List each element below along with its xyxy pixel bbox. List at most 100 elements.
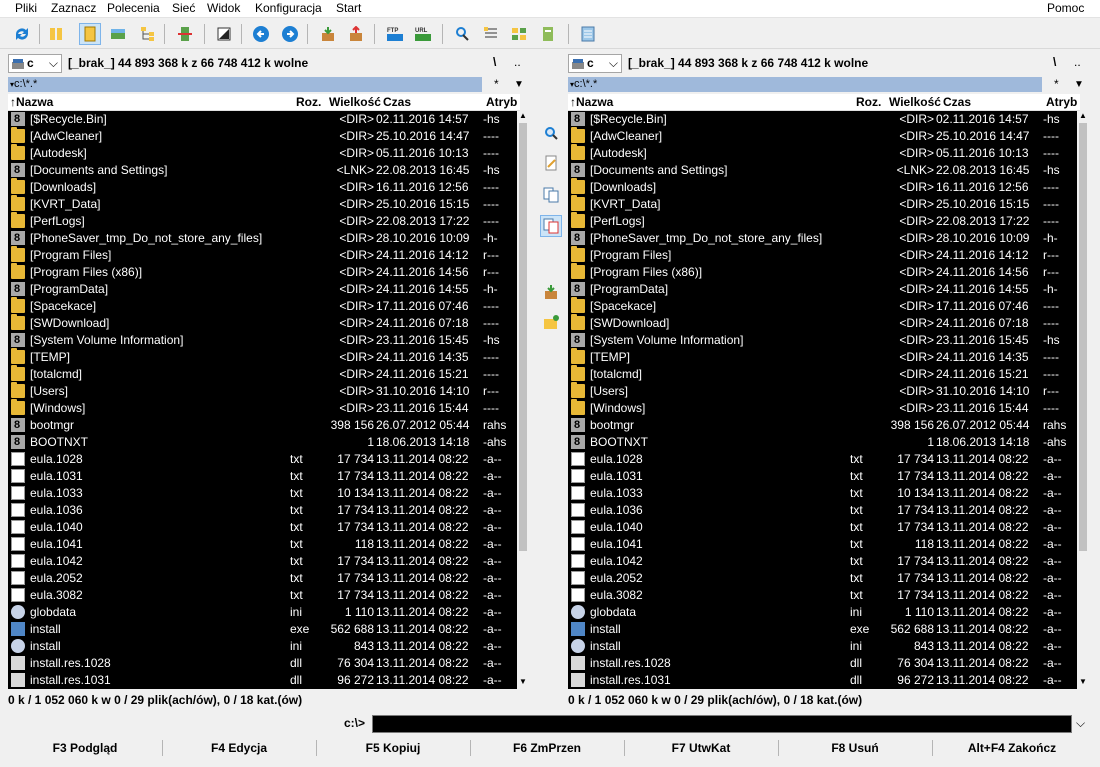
history-dropdown-icon[interactable]: ▼ xyxy=(1074,77,1084,92)
file-row[interactable]: [KVRT_Data] <DIR> 25.10.2016 15:15 ---- xyxy=(568,195,1077,213)
multi-rename-icon[interactable] xyxy=(480,23,502,45)
notepad-icon[interactable] xyxy=(577,23,599,45)
root-button[interactable]: \ xyxy=(1053,55,1056,69)
col-ext[interactable]: Roz. xyxy=(296,94,321,110)
copy-icon[interactable] xyxy=(540,184,562,206)
file-row[interactable]: [totalcmd] <DIR> 24.11.2016 15:21 ---- xyxy=(568,365,1077,383)
new-folder-icon[interactable] xyxy=(540,311,562,333)
root-button[interactable]: \ xyxy=(493,55,496,69)
full-view-icon[interactable] xyxy=(79,23,101,45)
file-row[interactable]: eula.3082 txt 17 734 13.11.2014 08:22 -a-- xyxy=(568,587,1077,604)
file-row[interactable]: [Documents and Settings] <LNK>22.08.2013 … xyxy=(8,162,517,179)
path-bar[interactable]: ▾c:\*.* xyxy=(568,77,1042,92)
tree-view-icon[interactable] xyxy=(137,23,159,45)
scroll-down-icon[interactable]: ▼ xyxy=(519,677,527,686)
scroll-down-icon[interactable]: ▼ xyxy=(1079,677,1087,686)
file-row[interactable]: [Windows] <DIR> 23.11.2016 15:44 ---- xyxy=(8,399,517,417)
file-row[interactable]: [SWDownload] <DIR> 24.11.2016 07:18 ---- xyxy=(8,314,517,332)
f5-copy-button[interactable]: F5 Kopiuj xyxy=(316,739,470,757)
f6-move-button[interactable]: F6 ZmPrzen xyxy=(470,739,624,757)
menu-pliki[interactable]: Pliki xyxy=(15,1,37,16)
file-row[interactable]: install ini 843 13.11.2014 08:22 -a-- xyxy=(8,638,517,655)
file-row[interactable]: [Downloads] <DIR> 16.11.2016 12:56 ---- xyxy=(8,178,517,196)
f3-view-button[interactable]: F3 Podgląd xyxy=(8,739,162,757)
menu-widok[interactable]: Widok xyxy=(207,1,240,16)
file-row[interactable]: install exe 562 688 13.11.2014 08:22 -a-- xyxy=(568,621,1077,638)
file-row[interactable]: bootmgr 398 15626.07.2012 05:44 rahs xyxy=(8,417,517,434)
file-row[interactable]: [TEMP] <DIR> 24.11.2016 14:35 ---- xyxy=(8,348,517,366)
file-row[interactable]: [Program Files (x86)] <DIR> 24.11.2016 14:… xyxy=(8,263,517,281)
menu-pomoc[interactable]: Pomoc xyxy=(1047,1,1084,16)
path-bar[interactable]: ▾c:\*.* xyxy=(8,77,482,92)
col-size[interactable]: Wielkość xyxy=(889,94,941,110)
scroll-up-icon[interactable]: ▲ xyxy=(1079,111,1087,120)
file-row[interactable]: [PhoneSaver_tmp_Do_not_store_any_files] <… xyxy=(8,230,517,247)
file-row[interactable]: eula.2052 txt 17 734 13.11.2014 08:22 -a-- xyxy=(8,570,517,587)
brief-view-icon[interactable] xyxy=(45,23,67,45)
file-row[interactable]: [PhoneSaver_tmp_Do_not_store_any_files] <… xyxy=(568,230,1077,247)
view-icon[interactable] xyxy=(540,122,562,144)
file-row[interactable]: [$Recycle.Bin] <DIR>02.11.2016 14:57 -hs xyxy=(8,111,517,128)
menu-konfiguracja[interactable]: Konfiguracja xyxy=(255,1,322,16)
file-row[interactable]: eula.1041 txt 118 13.11.2014 08:22 -a-- xyxy=(568,536,1077,553)
file-row[interactable]: [Downloads] <DIR> 16.11.2016 12:56 ---- xyxy=(568,178,1077,196)
invert-selection-icon[interactable] xyxy=(174,23,196,45)
file-list[interactable]: [$Recycle.Bin]<DIR>02.11.2016 14:57-hs [A… xyxy=(8,111,517,689)
file-row[interactable]: eula.1028 txt 17 734 13.11.2014 08:22 -a-- xyxy=(568,451,1077,468)
command-input[interactable] xyxy=(372,715,1072,733)
file-row[interactable]: [System Volume Information] <DIR>23.11.20… xyxy=(8,332,517,349)
file-row[interactable]: [Users] <DIR> 31.10.2016 14:10 r--- xyxy=(568,382,1077,400)
ftp-icon[interactable]: FTP xyxy=(384,23,406,45)
file-row[interactable]: [PerfLogs] <DIR> 22.08.2013 17:22 ---- xyxy=(568,212,1077,230)
file-row[interactable]: [Windows] <DIR> 23.11.2016 15:44 ---- xyxy=(568,399,1077,417)
menu-siec[interactable]: Sieć xyxy=(172,1,195,16)
file-row[interactable]: [SWDownload] <DIR> 24.11.2016 07:18 ---- xyxy=(568,314,1077,332)
menu-zaznacz[interactable]: Zaznacz xyxy=(51,1,96,16)
f7-mkdir-button[interactable]: F7 UtwKat xyxy=(624,739,778,757)
altf4-exit-button[interactable]: Alt+F4 Zakończ xyxy=(932,739,1092,757)
file-row[interactable]: [Program Files (x86)] <DIR> 24.11.2016 14:… xyxy=(568,263,1077,281)
edit-icon[interactable] xyxy=(540,152,562,174)
forward-icon[interactable] xyxy=(279,23,301,45)
parent-dir-button[interactable]: .. xyxy=(514,55,521,69)
move-icon[interactable] xyxy=(540,215,562,237)
file-row[interactable]: [Autodesk] <DIR> 05.11.2016 10:13 ---- xyxy=(8,144,517,162)
scroll-thumb[interactable] xyxy=(519,123,527,551)
file-row[interactable]: [Program Files] <DIR> 24.11.2016 14:12 r--- xyxy=(8,246,517,264)
file-row[interactable]: globdata ini 1 110 13.11.2014 08:22 -a-- xyxy=(8,604,517,621)
back-icon[interactable] xyxy=(250,23,272,45)
file-row[interactable]: eula.1036 txt 17 734 13.11.2014 08:22 -a-- xyxy=(568,502,1077,519)
history-dropdown-icon[interactable]: ▼ xyxy=(514,77,524,92)
col-date[interactable]: Czas xyxy=(943,94,971,110)
compare-files-icon[interactable] xyxy=(537,23,559,45)
file-row[interactable]: [ProgramData] <DIR>24.11.2016 14:55 -h- xyxy=(568,281,1077,298)
f4-edit-button[interactable]: F4 Edycja xyxy=(162,739,316,757)
drive-select[interactable]: c ⌵ xyxy=(8,54,62,73)
file-row[interactable]: eula.2052 txt 17 734 13.11.2014 08:22 -a-- xyxy=(568,570,1077,587)
parent-dir-button[interactable]: .. xyxy=(1074,55,1081,69)
file-row[interactable]: install.res.1028 dll 76 304 13.11.2014 08:2… xyxy=(8,655,517,672)
file-row[interactable]: eula.1031 txt 17 734 13.11.2014 08:22 -a-- xyxy=(568,468,1077,485)
file-row[interactable]: eula.1040 txt 17 734 13.11.2014 08:22 -a-- xyxy=(8,519,517,536)
url-icon[interactable]: URL xyxy=(412,23,434,45)
refresh-icon[interactable] xyxy=(11,23,33,45)
file-row[interactable]: [TEMP] <DIR> 24.11.2016 14:35 ---- xyxy=(568,348,1077,366)
file-row[interactable]: eula.1042 txt 17 734 13.11.2014 08:22 -a-- xyxy=(568,553,1077,570)
file-row[interactable]: [$Recycle.Bin] <DIR>02.11.2016 14:57 -hs xyxy=(568,111,1077,128)
file-row[interactable]: [KVRT_Data] <DIR> 25.10.2016 15:15 ---- xyxy=(8,195,517,213)
file-row[interactable]: eula.1031 txt 17 734 13.11.2014 08:22 -a-- xyxy=(8,468,517,485)
col-attr[interactable]: Atryb xyxy=(1046,94,1077,110)
scroll-up-icon[interactable]: ▲ xyxy=(519,111,527,120)
file-row[interactable]: eula.1036 txt 17 734 13.11.2014 08:22 -a-- xyxy=(8,502,517,519)
menu-start[interactable]: Start xyxy=(336,1,361,16)
drive-select[interactable]: c ⌵ xyxy=(568,54,622,73)
pack-icon[interactable] xyxy=(317,23,339,45)
file-row[interactable]: install.res.1031 dll 96 272 13.11.2014 08:2… xyxy=(8,672,517,689)
file-row[interactable]: [Users] <DIR> 31.10.2016 14:10 r--- xyxy=(8,382,517,400)
file-row[interactable]: [Spacekace] <DIR> 17.11.2016 07:46 ---- xyxy=(8,297,517,315)
file-row[interactable]: [ProgramData] <DIR>24.11.2016 14:55 -h- xyxy=(8,281,517,298)
file-row[interactable]: eula.1028 txt 17 734 13.11.2014 08:22 -a-- xyxy=(8,451,517,468)
thumbnails-view-icon[interactable] xyxy=(107,23,129,45)
file-row[interactable]: install ini 843 13.11.2014 08:22 -a-- xyxy=(568,638,1077,655)
file-row[interactable]: [Autodesk] <DIR> 05.11.2016 10:13 ---- xyxy=(568,144,1077,162)
